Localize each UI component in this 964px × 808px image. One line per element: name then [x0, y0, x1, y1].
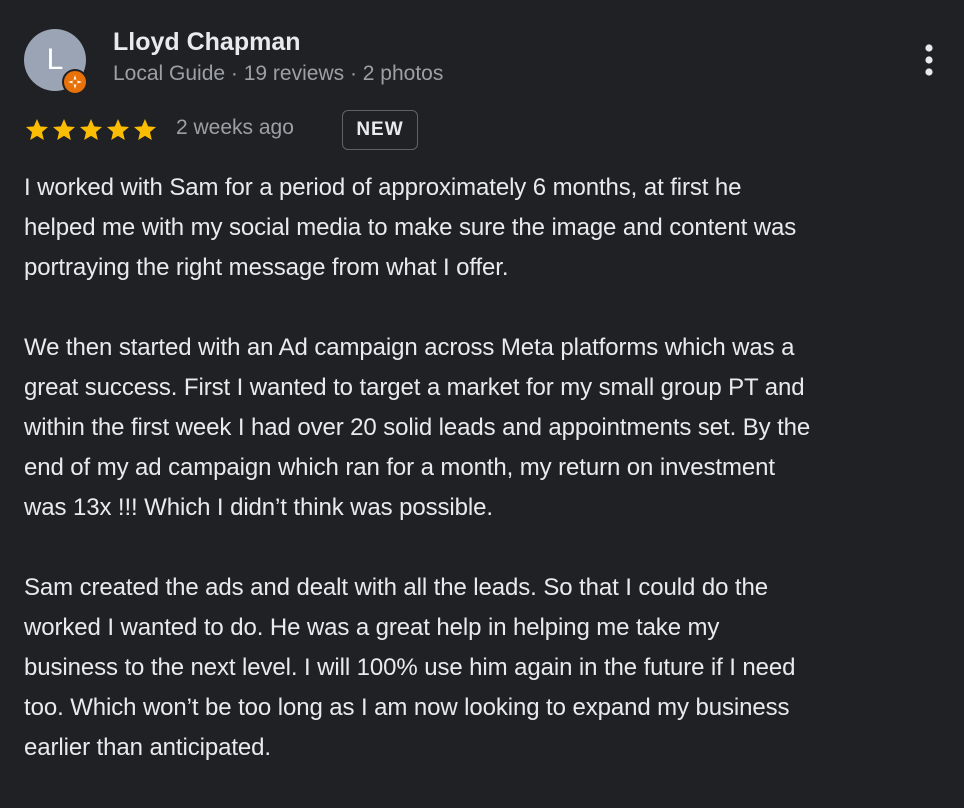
- review-line: too. Which won’t be too long as I am now…: [24, 694, 790, 721]
- new-badge: NEW: [342, 110, 418, 150]
- review-line: I worked with Sam for a period of approx…: [24, 174, 742, 201]
- review-line: Sam created the ads and dealt with all t…: [24, 574, 768, 601]
- review-line: within the first week I had over 20 soli…: [24, 414, 811, 441]
- avatar[interactable]: L: [24, 29, 88, 95]
- review-line: business to the next level. I will 100% …: [24, 654, 796, 681]
- review-paragraph: Sam created the ads and dealt with all t…: [24, 568, 952, 768]
- more-options-button[interactable]: [912, 40, 946, 80]
- review-line: We then started with an Ad campaign acro…: [24, 334, 795, 361]
- review-paragraph: I worked with Sam for a period of approx…: [24, 168, 952, 288]
- star-icon: [52, 118, 76, 140]
- review-line: end of my ad campaign which ran for a mo…: [24, 454, 775, 481]
- review-line: worked I wanted to do. He was a great he…: [24, 614, 720, 641]
- star-icon: [25, 118, 49, 140]
- review-card: L Lloyd Chapman Local Guide · 19 reviews…: [0, 0, 964, 784]
- reviewer-name[interactable]: Lloyd Chapman: [113, 28, 301, 57]
- local-guide-star-icon: [62, 69, 88, 95]
- review-text: I worked with Sam for a period of approx…: [24, 168, 952, 808]
- review-date: 2 weeks ago: [176, 116, 294, 139]
- star-icon: [79, 118, 103, 140]
- star-rating: [24, 117, 158, 145]
- review-line: earlier than anticipated.: [24, 734, 271, 761]
- review-line: was 13x !!! Which I didn’t think was pos…: [24, 494, 493, 521]
- star-icon: [133, 118, 157, 140]
- review-line: helped me with my social media to make s…: [24, 214, 797, 241]
- reviewer-meta: Local Guide · 19 reviews · 2 photos: [113, 62, 444, 85]
- more-vert-icon: [925, 44, 933, 76]
- review-paragraph: We then started with an Ad campaign acro…: [24, 328, 952, 528]
- star-icon: [106, 118, 130, 140]
- review-line: portraying the right message from what I…: [24, 254, 509, 281]
- review-line: great success. First I wanted to target …: [24, 374, 805, 401]
